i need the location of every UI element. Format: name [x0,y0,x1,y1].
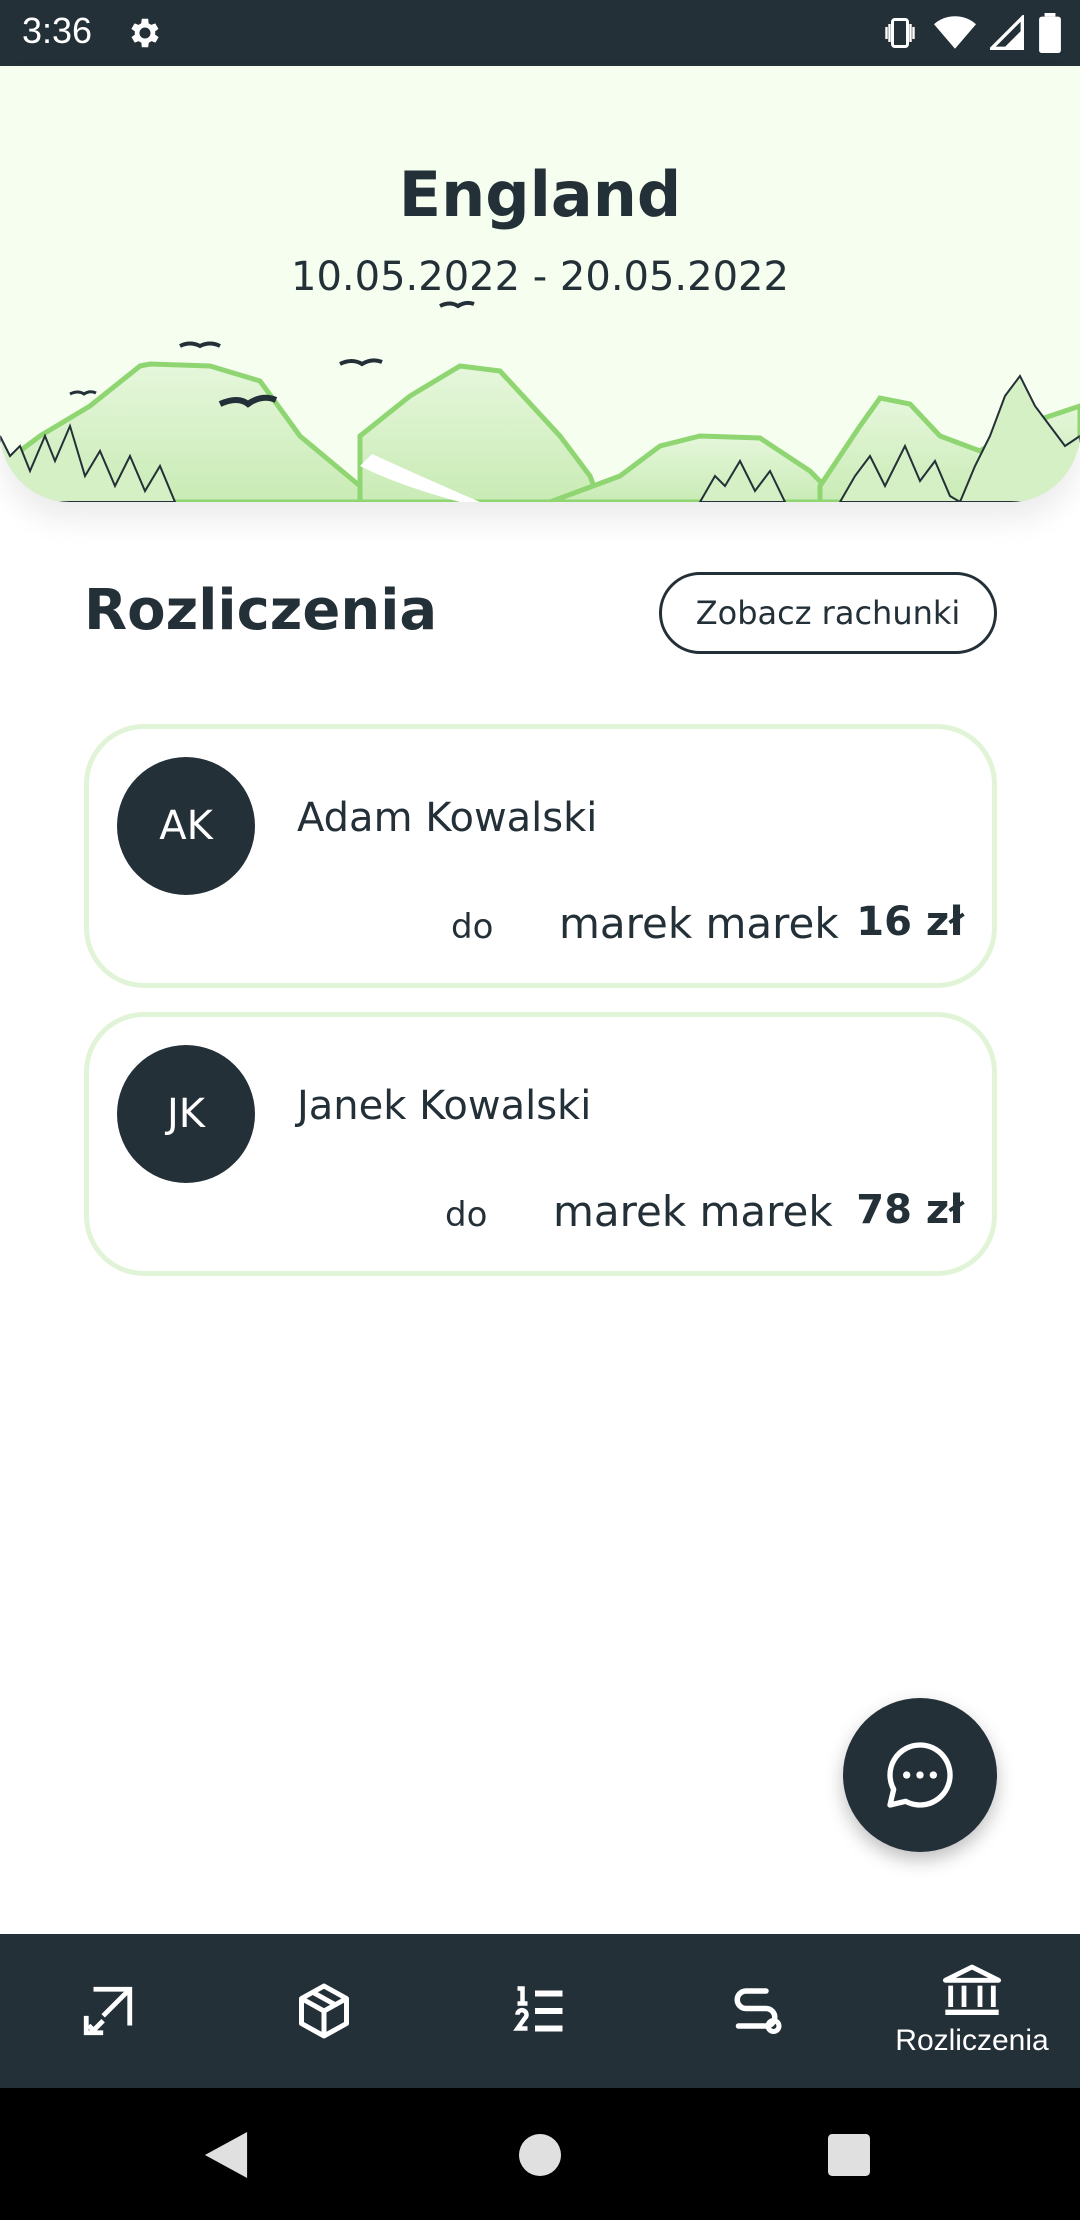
trip-header: England 10.05.2022 - 20.05.2022 [0,66,1080,502]
signal-icon [990,15,1024,50]
section-title: Rozliczenia [84,578,438,643]
recipient-name: marek marek [553,1187,833,1236]
bottom-navigation: Rozliczenia [0,1934,1080,2088]
system-navigation-bar [0,2088,1080,2220]
vibrate-icon [885,18,915,48]
nav-item-list[interactable] [432,1934,648,2088]
avatar: AK [117,757,255,895]
to-label: do [445,1195,488,1235]
route-icon [734,1988,782,2035]
chat-bubble-icon [887,1742,953,1808]
trip-title: England [398,158,682,231]
nav-item-packing[interactable] [216,1934,432,2088]
nav-item-settlements[interactable]: Rozliczenia [864,1934,1080,2088]
recipient-name: marek marek [559,899,839,948]
status-bar: 3:36 [0,0,1080,66]
recents-icon[interactable] [828,2134,870,2176]
settings-gear-icon [131,18,159,48]
to-label: do [451,907,494,947]
settlement-card[interactable]: AK Adam Kowalski do marek marek 16 zł [84,724,997,988]
settlement-card[interactable]: JK Janek Kowalski do marek marek 78 zł [84,1012,997,1276]
amount: 16 zł [856,899,964,945]
debtor-name: Adam Kowalski [297,795,598,841]
checklist-icon [83,1986,133,2036]
bank-icon [942,1964,1002,2015]
amount: 78 zł [856,1187,964,1233]
nav-item-route[interactable] [648,1934,864,2088]
home-icon[interactable] [519,2134,561,2176]
back-icon[interactable] [204,2132,248,2178]
package-icon [299,1983,349,2039]
chat-fab-button[interactable] [843,1698,997,1852]
avatar: JK [117,1045,255,1183]
mountain-landscape-illustration [0,300,1080,502]
status-icons [880,12,1062,54]
numbered-list-icon [513,1986,563,2032]
status-time: 3:36 [22,10,93,51]
nav-item-checklist[interactable] [0,1934,216,2088]
debtor-name: Janek Kowalski [297,1083,592,1129]
view-bills-button[interactable]: Zobacz rachunki [659,572,997,654]
wifi-icon [934,16,976,49]
battery-icon [1039,13,1061,53]
nav-label-settlements: Rozliczenia [895,2024,1049,2057]
